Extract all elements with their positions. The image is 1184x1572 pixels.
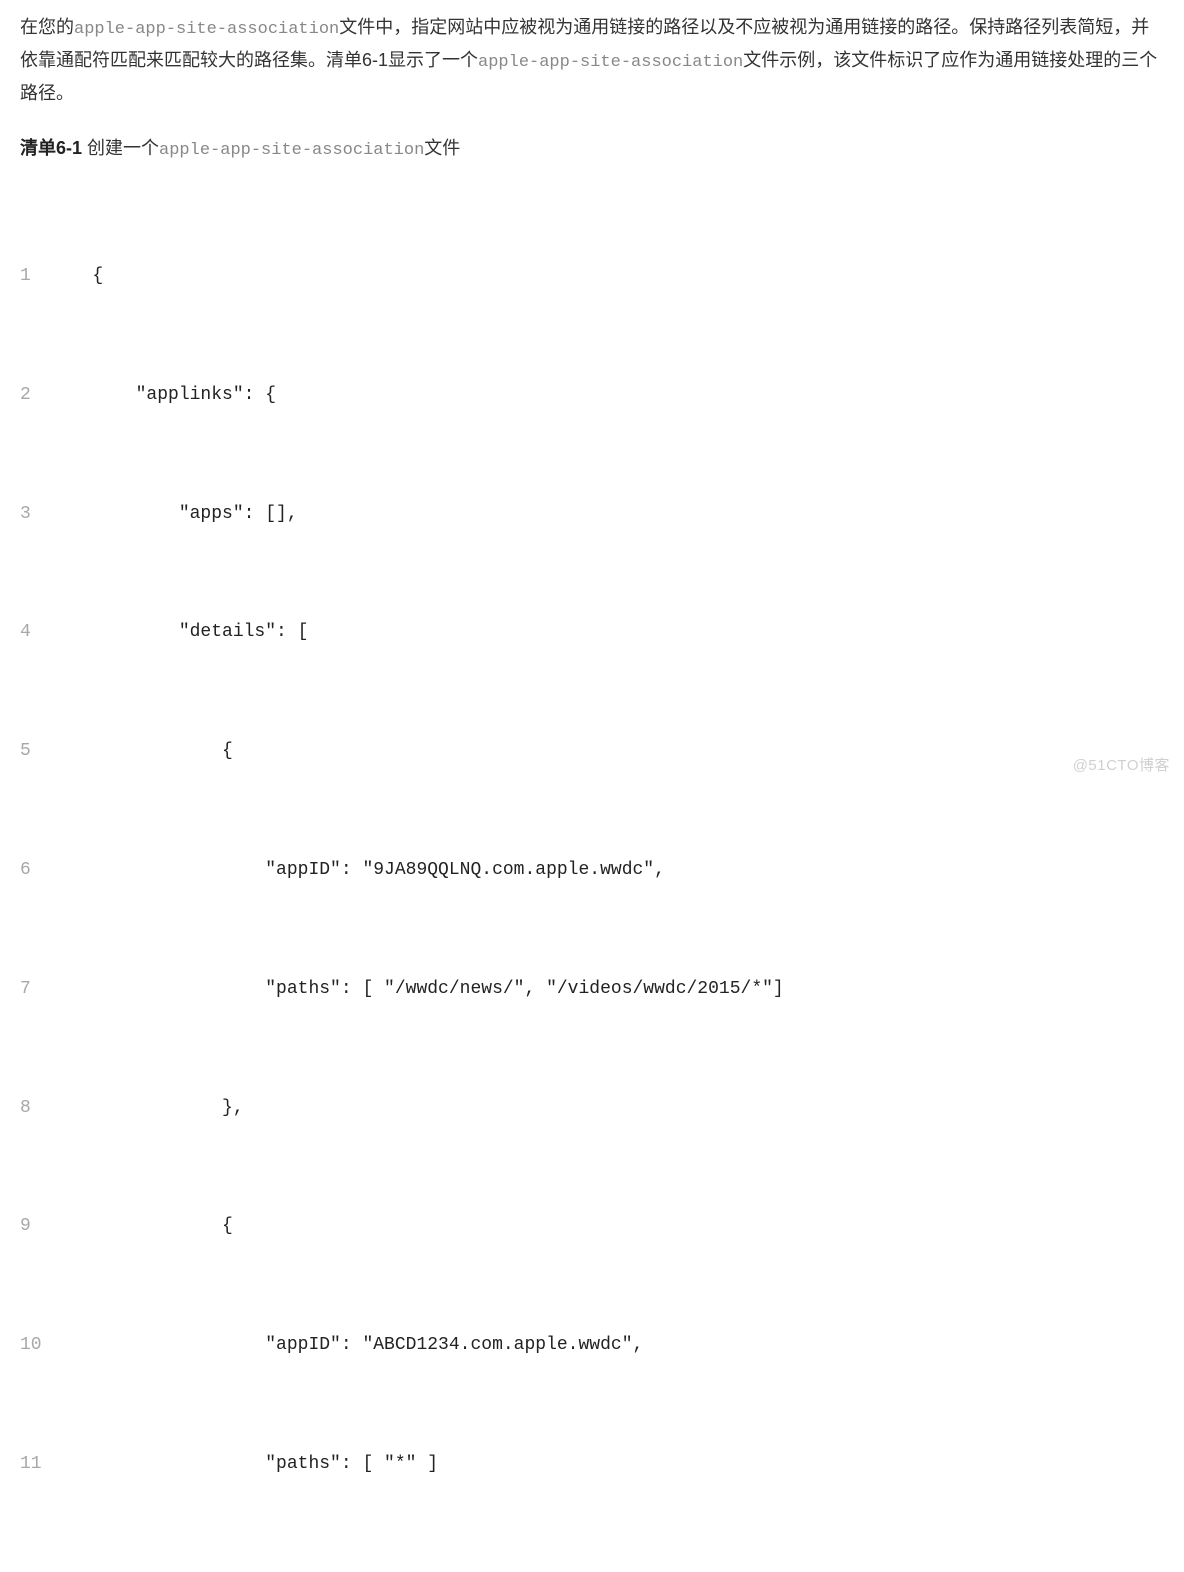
line-number: 6 xyxy=(20,851,60,891)
line-number: 12 xyxy=(20,1564,60,1572)
line-number: 11 xyxy=(20,1445,60,1485)
code-line: "appID": "9JA89QQLNQ.com.apple.wwdc", xyxy=(60,851,665,891)
code-line: } xyxy=(60,1564,233,1572)
inline-code-2: apple-app-site-association xyxy=(478,53,743,72)
code-line: "details": [ xyxy=(60,613,308,653)
code-line: "paths": [ "*" ] xyxy=(60,1445,438,1485)
code-row: 1 { xyxy=(20,257,1164,297)
code-row: 7 "paths": [ "/wwdc/news/", "/videos/wwd… xyxy=(20,970,1164,1010)
code-line: { xyxy=(60,1207,233,1247)
line-number: 10 xyxy=(20,1326,60,1366)
line-number: 3 xyxy=(20,495,60,535)
listing-label: 清单6-1 xyxy=(20,138,82,158)
code-line: { xyxy=(60,257,103,297)
line-number: 2 xyxy=(20,376,60,416)
code-line: }, xyxy=(60,1089,244,1129)
code-row: 5 { xyxy=(20,732,1164,772)
line-number: 7 xyxy=(20,970,60,1010)
listing-desc-a: 创建一个 xyxy=(82,138,159,158)
code-row: 11 "paths": [ "*" ] xyxy=(20,1445,1164,1485)
code-row: 10 "appID": "ABCD1234.com.apple.wwdc", xyxy=(20,1326,1164,1366)
line-number: 1 xyxy=(20,257,60,297)
inline-code-1: apple-app-site-association xyxy=(74,20,339,39)
code-block: 1 { 2 "applinks": { 3 "apps": [], 4 "det… xyxy=(20,178,1164,1572)
listing-desc-code: apple-app-site-association xyxy=(159,141,424,160)
code-line: "paths": [ "/wwdc/news/", "/videos/wwdc/… xyxy=(60,970,784,1010)
line-number: 4 xyxy=(20,613,60,653)
code-row: 8 }, xyxy=(20,1089,1164,1129)
listing-title: 清单6-1 创建一个apple-app-site-association文件 xyxy=(20,133,1164,166)
line-number: 5 xyxy=(20,732,60,772)
line-number: 8 xyxy=(20,1089,60,1129)
intro-text-a: 在您的 xyxy=(20,17,74,37)
code-row: 3 "apps": [], xyxy=(20,495,1164,535)
code-row: 4 "details": [ xyxy=(20,613,1164,653)
listing-desc-b: 文件 xyxy=(424,138,460,158)
code-line: "apps": [], xyxy=(60,495,298,535)
intro-paragraph: 在您的apple-app-site-association文件中，指定网站中应被… xyxy=(20,12,1164,109)
code-row: 12 } xyxy=(20,1564,1164,1572)
code-line: "appID": "ABCD1234.com.apple.wwdc", xyxy=(60,1326,643,1366)
code-row: 2 "applinks": { xyxy=(20,376,1164,416)
code-row: 9 { xyxy=(20,1207,1164,1247)
code-row: 6 "appID": "9JA89QQLNQ.com.apple.wwdc", xyxy=(20,851,1164,891)
watermark: @51CTO博客 xyxy=(1073,753,1170,779)
line-number: 9 xyxy=(20,1207,60,1247)
code-line: { xyxy=(60,732,233,772)
code-line: "applinks": { xyxy=(60,376,276,416)
